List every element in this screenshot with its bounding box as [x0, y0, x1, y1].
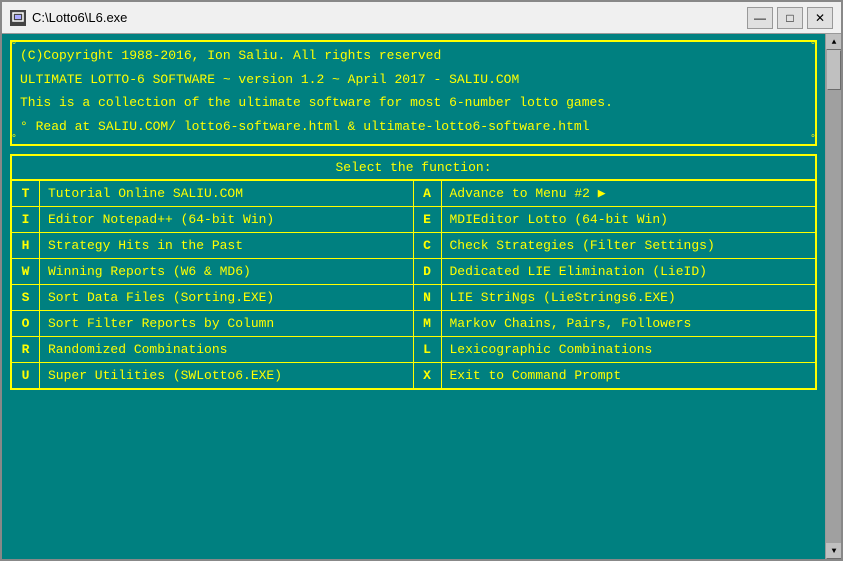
- menu-key-E: E: [414, 207, 442, 232]
- menu-item-X[interactable]: X Exit to Command Prompt: [414, 363, 816, 388]
- menu-box: Select the function: T Tutorial Online S…: [10, 154, 817, 390]
- menu-label-A: Advance to Menu #2 ▶: [442, 181, 816, 206]
- menu-item-N[interactable]: N LIE StriNgs (LieStrings6.EXE): [414, 285, 816, 311]
- menu-label-C: Check Strategies (Filter Settings): [442, 233, 816, 258]
- menu-key-H: H: [12, 233, 40, 258]
- scroll-up-button[interactable]: ▲: [826, 34, 841, 50]
- menu-key-M: M: [414, 311, 442, 336]
- menu-item-A[interactable]: A Advance to Menu #2 ▶: [414, 181, 816, 207]
- minimize-button[interactable]: —: [747, 7, 773, 29]
- info-line1: (C)Copyright 1988-2016, Ion Saliu. All r…: [20, 46, 807, 66]
- menu-key-N: N: [414, 285, 442, 310]
- menu-item-H[interactable]: H Strategy Hits in the Past: [12, 233, 414, 259]
- menu-label-N: LIE StriNgs (LieStrings6.EXE): [442, 285, 816, 310]
- corner-tl: °: [11, 41, 17, 52]
- info-line4: ° Read at SALIU.COM/ lotto6-software.htm…: [20, 117, 807, 137]
- menu-item-D[interactable]: D Dedicated LIE Elimination (LieID): [414, 259, 816, 285]
- menu-item-M[interactable]: M Markov Chains, Pairs, Followers: [414, 311, 816, 337]
- menu-key-R: R: [12, 337, 40, 362]
- menu-item-S[interactable]: S Sort Data Files (Sorting.EXE): [12, 285, 414, 311]
- corner-bl: °: [11, 134, 17, 145]
- menu-label-T: Tutorial Online SALIU.COM: [40, 181, 413, 206]
- menu-item-C[interactable]: C Check Strategies (Filter Settings): [414, 233, 816, 259]
- menu-label-S: Sort Data Files (Sorting.EXE): [40, 285, 413, 310]
- menu-key-L: L: [414, 337, 442, 362]
- terminal: ° ° ° ° (C)Copyright 1988-2016, Ion Sali…: [2, 34, 825, 559]
- scrollbar[interactable]: ▲ ▼: [825, 34, 841, 559]
- title-bar: C:\Lotto6\L6.exe — □ ✕: [2, 2, 841, 34]
- info-line3: This is a collection of the ultimate sof…: [20, 93, 807, 113]
- window-title: C:\Lotto6\L6.exe: [32, 10, 747, 25]
- corner-br: °: [810, 134, 816, 145]
- menu-item-W[interactable]: W Winning Reports (W6 & MD6): [12, 259, 414, 285]
- scroll-down-button[interactable]: ▼: [826, 543, 841, 559]
- corner-tr: °: [810, 41, 816, 52]
- menu-label-U: Super Utilities (SWLotto6.EXE): [40, 363, 413, 388]
- main-window: C:\Lotto6\L6.exe — □ ✕ ° ° ° ° (C)Copyri…: [0, 0, 843, 561]
- menu-key-D: D: [414, 259, 442, 284]
- menu-item-I[interactable]: I Editor Notepad++ (64-bit Win): [12, 207, 414, 233]
- menu-key-X: X: [414, 363, 442, 388]
- menu-label-D: Dedicated LIE Elimination (LieID): [442, 259, 816, 284]
- menu-key-O: O: [12, 311, 40, 336]
- window-icon: [10, 10, 26, 26]
- menu-key-U: U: [12, 363, 40, 388]
- menu-item-R[interactable]: R Randomized Combinations: [12, 337, 414, 363]
- menu-key-A: A: [414, 181, 442, 206]
- info-line2: ULTIMATE LOTTO-6 SOFTWARE ~ version 1.2 …: [20, 70, 807, 90]
- menu-key-C: C: [414, 233, 442, 258]
- menu-item-O[interactable]: O Sort Filter Reports by Column: [12, 311, 414, 337]
- scrollbar-track[interactable]: [826, 50, 841, 543]
- menu-key-S: S: [12, 285, 40, 310]
- menu-label-I: Editor Notepad++ (64-bit Win): [40, 207, 413, 232]
- menu-item-E[interactable]: E MDIEditor Lotto (64-bit Win): [414, 207, 816, 233]
- content-area: ° ° ° ° (C)Copyright 1988-2016, Ion Sali…: [2, 34, 841, 559]
- menu-item-L[interactable]: L Lexicographic Combinations: [414, 337, 816, 363]
- menu-label-W: Winning Reports (W6 & MD6): [40, 259, 413, 284]
- menu-label-O: Sort Filter Reports by Column: [40, 311, 413, 336]
- menu-key-T: T: [12, 181, 40, 206]
- info-block: ° ° ° ° (C)Copyright 1988-2016, Ion Sali…: [10, 40, 817, 146]
- close-button[interactable]: ✕: [807, 7, 833, 29]
- menu-label-E: MDIEditor Lotto (64-bit Win): [442, 207, 816, 232]
- menu-item-T[interactable]: T Tutorial Online SALIU.COM: [12, 181, 414, 207]
- menu-grid: T Tutorial Online SALIU.COM A Advance to…: [12, 181, 815, 388]
- menu-label-X: Exit to Command Prompt: [442, 363, 816, 388]
- menu-key-W: W: [12, 259, 40, 284]
- menu-label-L: Lexicographic Combinations: [442, 337, 816, 362]
- menu-label-R: Randomized Combinations: [40, 337, 413, 362]
- menu-key-I: I: [12, 207, 40, 232]
- menu-label-H: Strategy Hits in the Past: [40, 233, 413, 258]
- maximize-button[interactable]: □: [777, 7, 803, 29]
- window-controls: — □ ✕: [747, 7, 833, 29]
- scrollbar-thumb[interactable]: [827, 50, 841, 90]
- menu-item-U[interactable]: U Super Utilities (SWLotto6.EXE): [12, 363, 414, 388]
- menu-title: Select the function:: [12, 156, 815, 181]
- menu-label-M: Markov Chains, Pairs, Followers: [442, 311, 816, 336]
